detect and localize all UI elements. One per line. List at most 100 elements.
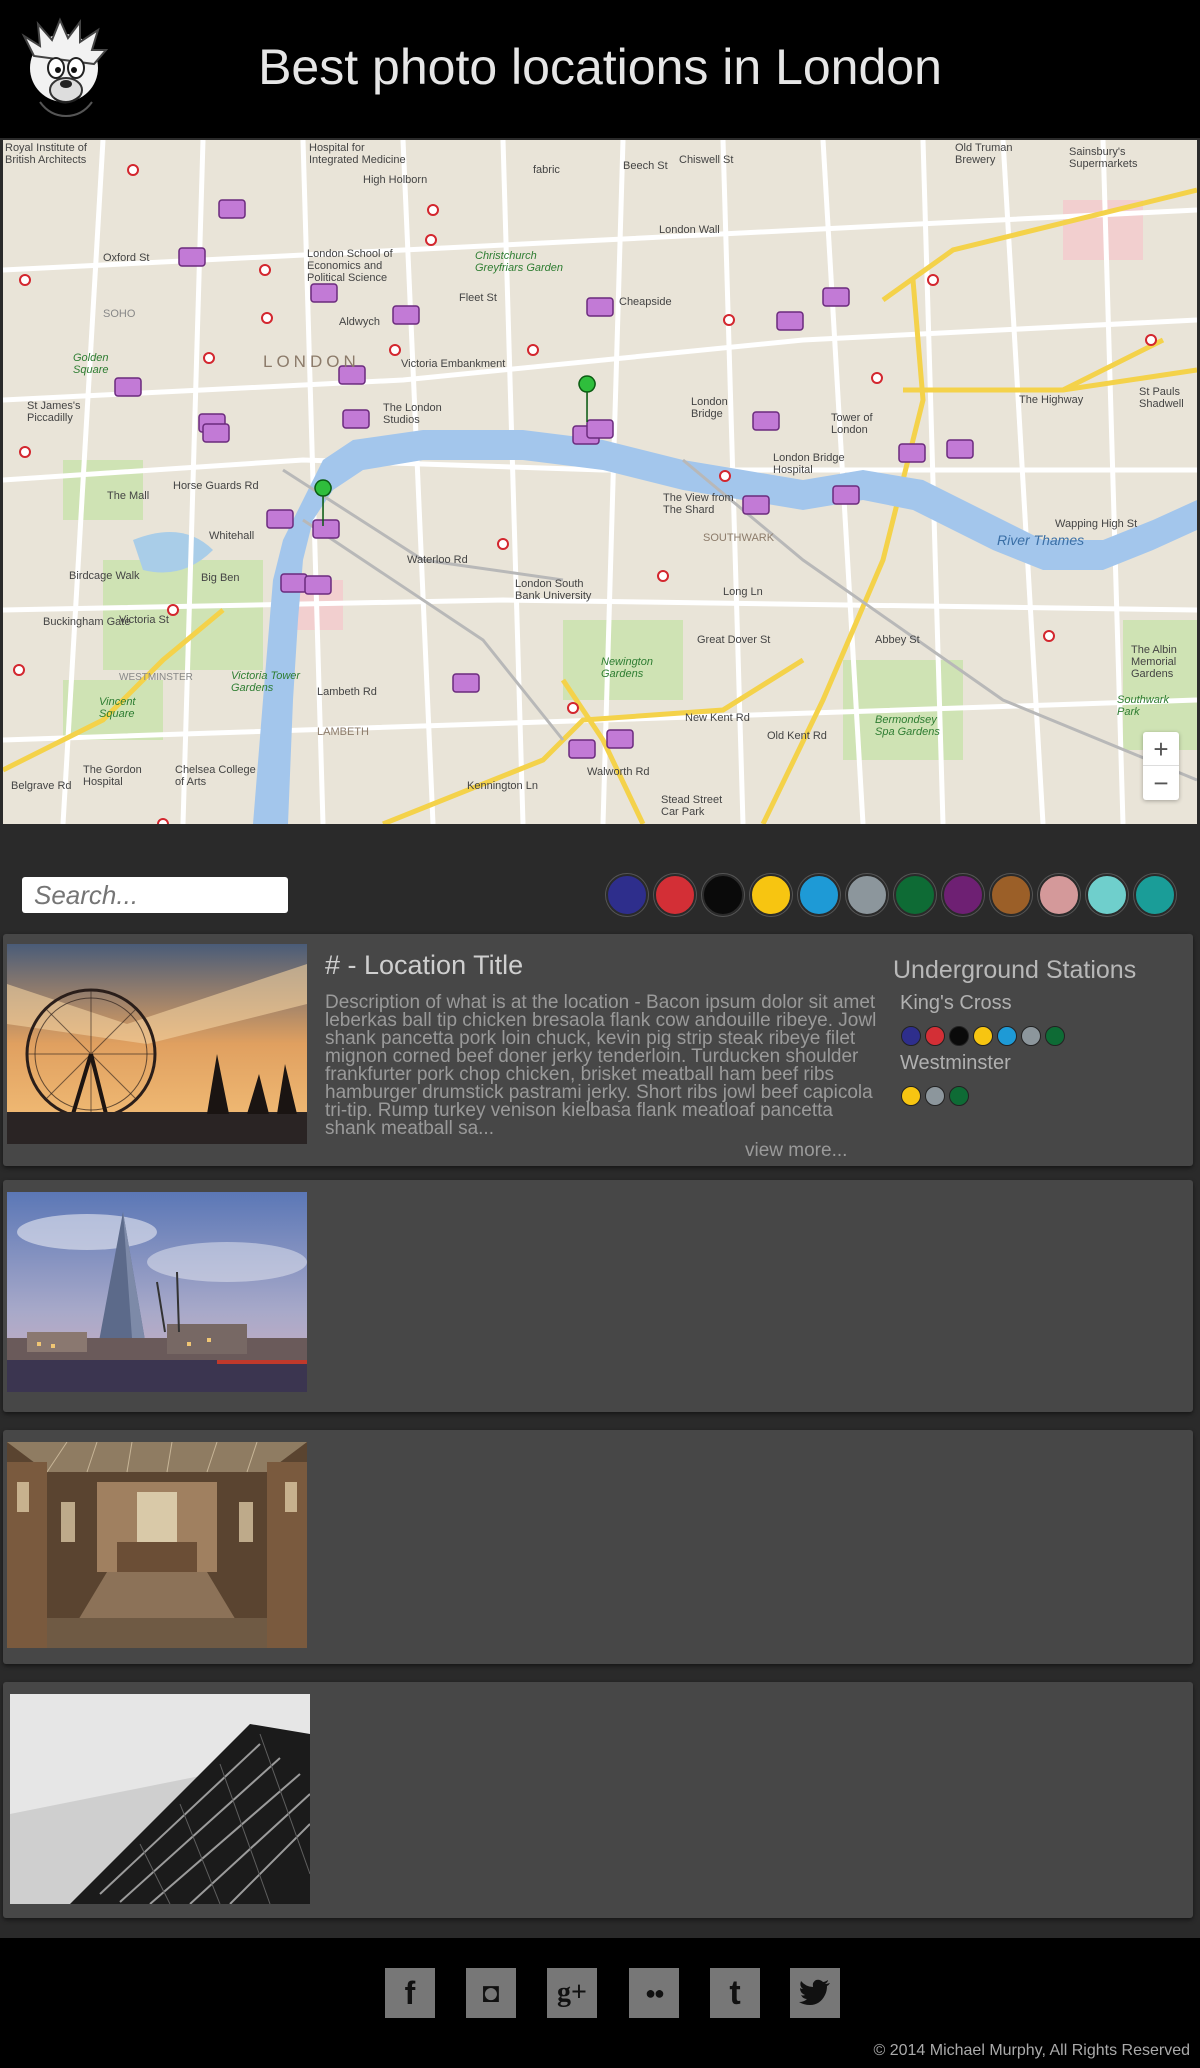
- map-label: LAMBETH: [317, 726, 369, 738]
- map-label: River Thames: [997, 532, 1085, 548]
- map-label: The View from The Shard: [663, 492, 734, 516]
- map-label: The Gordon Hospital: [83, 764, 142, 788]
- copyright-text: © 2014 Michael Murphy, All Rights Reserv…: [873, 2042, 1190, 2059]
- map-label: Old Truman Brewery: [955, 142, 1013, 166]
- map-zoom-control: + −: [1143, 732, 1179, 800]
- map-label: Tower of London: [831, 412, 873, 436]
- map-label: Fleet St: [459, 292, 497, 304]
- station-name: King's Cross: [900, 992, 1012, 1014]
- site-header: Best photo locations in London: [0, 0, 1200, 138]
- map-label: Oxford St: [103, 252, 150, 264]
- line-filter-turquoise[interactable]: [1086, 874, 1128, 916]
- line-dot: [949, 1026, 969, 1046]
- map-label: London Bridge Hospital: [773, 452, 845, 476]
- location-card[interactable]: # - Location Title Description of what i…: [3, 934, 1193, 1166]
- tower-block-photo[interactable]: [10, 1694, 310, 1904]
- station-lines: [901, 1026, 1069, 1046]
- line-dot: [949, 1086, 969, 1106]
- line-filter-grey[interactable]: [846, 874, 888, 916]
- london-eye-photo[interactable]: [7, 944, 307, 1144]
- map-label: SOUTHWARK: [703, 532, 775, 544]
- map-label: Royal Institute of British Architects: [5, 142, 87, 166]
- map-label: Golden Square: [73, 352, 109, 376]
- london-map[interactable]: Royal Institute of British Architects Ho…: [3, 140, 1197, 824]
- map-label: Lambeth Rd: [317, 686, 377, 698]
- location-card[interactable]: [3, 1180, 1193, 1412]
- map-label: Beech St: [623, 160, 668, 172]
- the-shard-photo[interactable]: [7, 1192, 307, 1392]
- map-label: Chiswell St: [679, 154, 734, 166]
- line-dot: [925, 1026, 945, 1046]
- line-filter-dark-blue[interactable]: [606, 874, 648, 916]
- map-label: Newington Gardens: [601, 656, 653, 680]
- line-dot: [1021, 1026, 1041, 1046]
- map-label: Sainsbury's Supermarkets: [1069, 146, 1138, 170]
- map-label: High Holborn: [363, 174, 428, 186]
- map-label: The Albin Memorial Gardens: [1131, 644, 1177, 680]
- map-label: Abbey St: [875, 634, 920, 646]
- map-label: Hospital for Integrated Medicine: [309, 142, 406, 166]
- line-filter-red[interactable]: [654, 874, 696, 916]
- map-label: Victoria St: [119, 614, 169, 626]
- google-plus-icon[interactable]: g+: [547, 1968, 597, 2018]
- map-labels: Royal Institute of British Architects Ho…: [3, 140, 1197, 824]
- flickr-icon[interactable]: ●●: [629, 1968, 679, 2018]
- map-label: Victoria Tower Gardens: [231, 670, 301, 694]
- map-label: Cheapside: [619, 296, 672, 308]
- map-label: London Bridge: [691, 396, 728, 420]
- line-dot: [901, 1026, 921, 1046]
- line-filter-light-blue[interactable]: [798, 874, 840, 916]
- site-footer: f ◘ g+ ●● t © 2014 Michael Murphy, All R…: [0, 1938, 1200, 2068]
- zoom-out-button[interactable]: −: [1143, 766, 1179, 800]
- map-label: Buckingham Gate: [43, 616, 131, 628]
- map-label: Victoria Embankment: [401, 358, 506, 370]
- line-dot: [1045, 1026, 1065, 1046]
- underground-stations-heading: Underground Stations: [893, 956, 1137, 984]
- tumblr-icon[interactable]: t: [710, 1968, 760, 2018]
- map-label: Christchurch Greyfriars Garden: [475, 250, 564, 274]
- map-label: The Mall: [107, 490, 150, 502]
- map-label: Horse Guards Rd: [173, 480, 259, 492]
- line-dot: [925, 1086, 945, 1106]
- search-input[interactable]: [22, 877, 288, 913]
- map-label: London Wall: [659, 224, 720, 236]
- line-dot: [997, 1026, 1017, 1046]
- map-label: fabric: [533, 164, 560, 176]
- map-label: WESTMINSTER: [119, 672, 193, 683]
- line-filter-black[interactable]: [702, 874, 744, 916]
- map-label: Waterloo Rd: [407, 554, 468, 566]
- view-more-link[interactable]: view more...: [745, 1140, 847, 1162]
- map-label: Long Ln: [723, 586, 763, 598]
- location-title[interactable]: # - Location Title: [325, 950, 523, 981]
- zoom-in-button[interactable]: +: [1143, 732, 1179, 766]
- location-card[interactable]: [3, 1430, 1193, 1664]
- map-label: Great Dover St: [697, 634, 771, 646]
- map-label: New Kent Rd: [685, 712, 750, 724]
- line-filter-purple[interactable]: [942, 874, 984, 916]
- map-label: Aldwych: [339, 316, 380, 328]
- line-filter-yellow[interactable]: [750, 874, 792, 916]
- map-label: Bermondsey Spa Gardens: [875, 714, 940, 738]
- map-label: SOHO: [103, 308, 136, 320]
- facebook-icon[interactable]: f: [385, 1968, 435, 2018]
- museum-hall-photo[interactable]: [7, 1442, 307, 1648]
- line-filter-pink[interactable]: [1038, 874, 1080, 916]
- station-name: Westminster: [900, 1052, 1011, 1074]
- station-lines: [901, 1086, 973, 1106]
- location-card[interactable]: [3, 1682, 1193, 1918]
- instagram-icon[interactable]: ◘: [466, 1968, 516, 2018]
- line-filter-brown[interactable]: [990, 874, 1032, 916]
- map-label: London School of Economics and Political…: [307, 248, 393, 284]
- map-label: Southwark Park: [1117, 694, 1169, 718]
- line-dot: [973, 1026, 993, 1046]
- map-label: LONDON: [263, 352, 360, 371]
- map-label: St Pauls Shadwell: [1139, 386, 1184, 410]
- twitter-icon[interactable]: [790, 1968, 840, 2018]
- map-label: Belgrave Rd: [11, 780, 72, 792]
- map-label: Birdcage Walk: [69, 570, 140, 582]
- map-label: Old Kent Rd: [767, 730, 827, 742]
- map-label: The London Studios: [383, 402, 442, 426]
- line-filter-teal[interactable]: [1134, 874, 1176, 916]
- line-filter-green[interactable]: [894, 874, 936, 916]
- page-title: Best photo locations in London: [258, 39, 942, 95]
